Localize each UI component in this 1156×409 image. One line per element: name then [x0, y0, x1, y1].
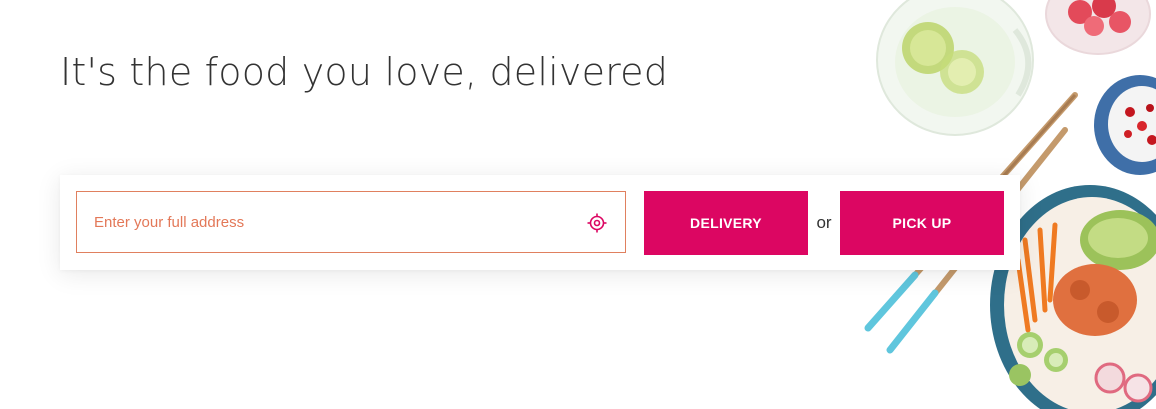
hero-headline: It's the food you love, delivered	[60, 50, 669, 94]
address-input[interactable]	[77, 192, 577, 252]
address-field[interactable]	[76, 191, 626, 253]
water-jug-image	[876, 0, 1034, 136]
strawberry-cup-image	[1045, 0, 1151, 55]
pickup-button[interactable]: PICK UP	[840, 191, 1004, 255]
chili-bowl-image	[1094, 75, 1156, 175]
delivery-button[interactable]: DELIVERY	[644, 191, 808, 255]
or-separator: or	[816, 213, 832, 232]
address-search-card: DELIVERY or PICK UP	[60, 175, 1020, 270]
crosshair-locate-icon[interactable]	[587, 213, 607, 233]
landing-hero: It's the food you love, delivered DELIVE…	[0, 0, 1156, 409]
